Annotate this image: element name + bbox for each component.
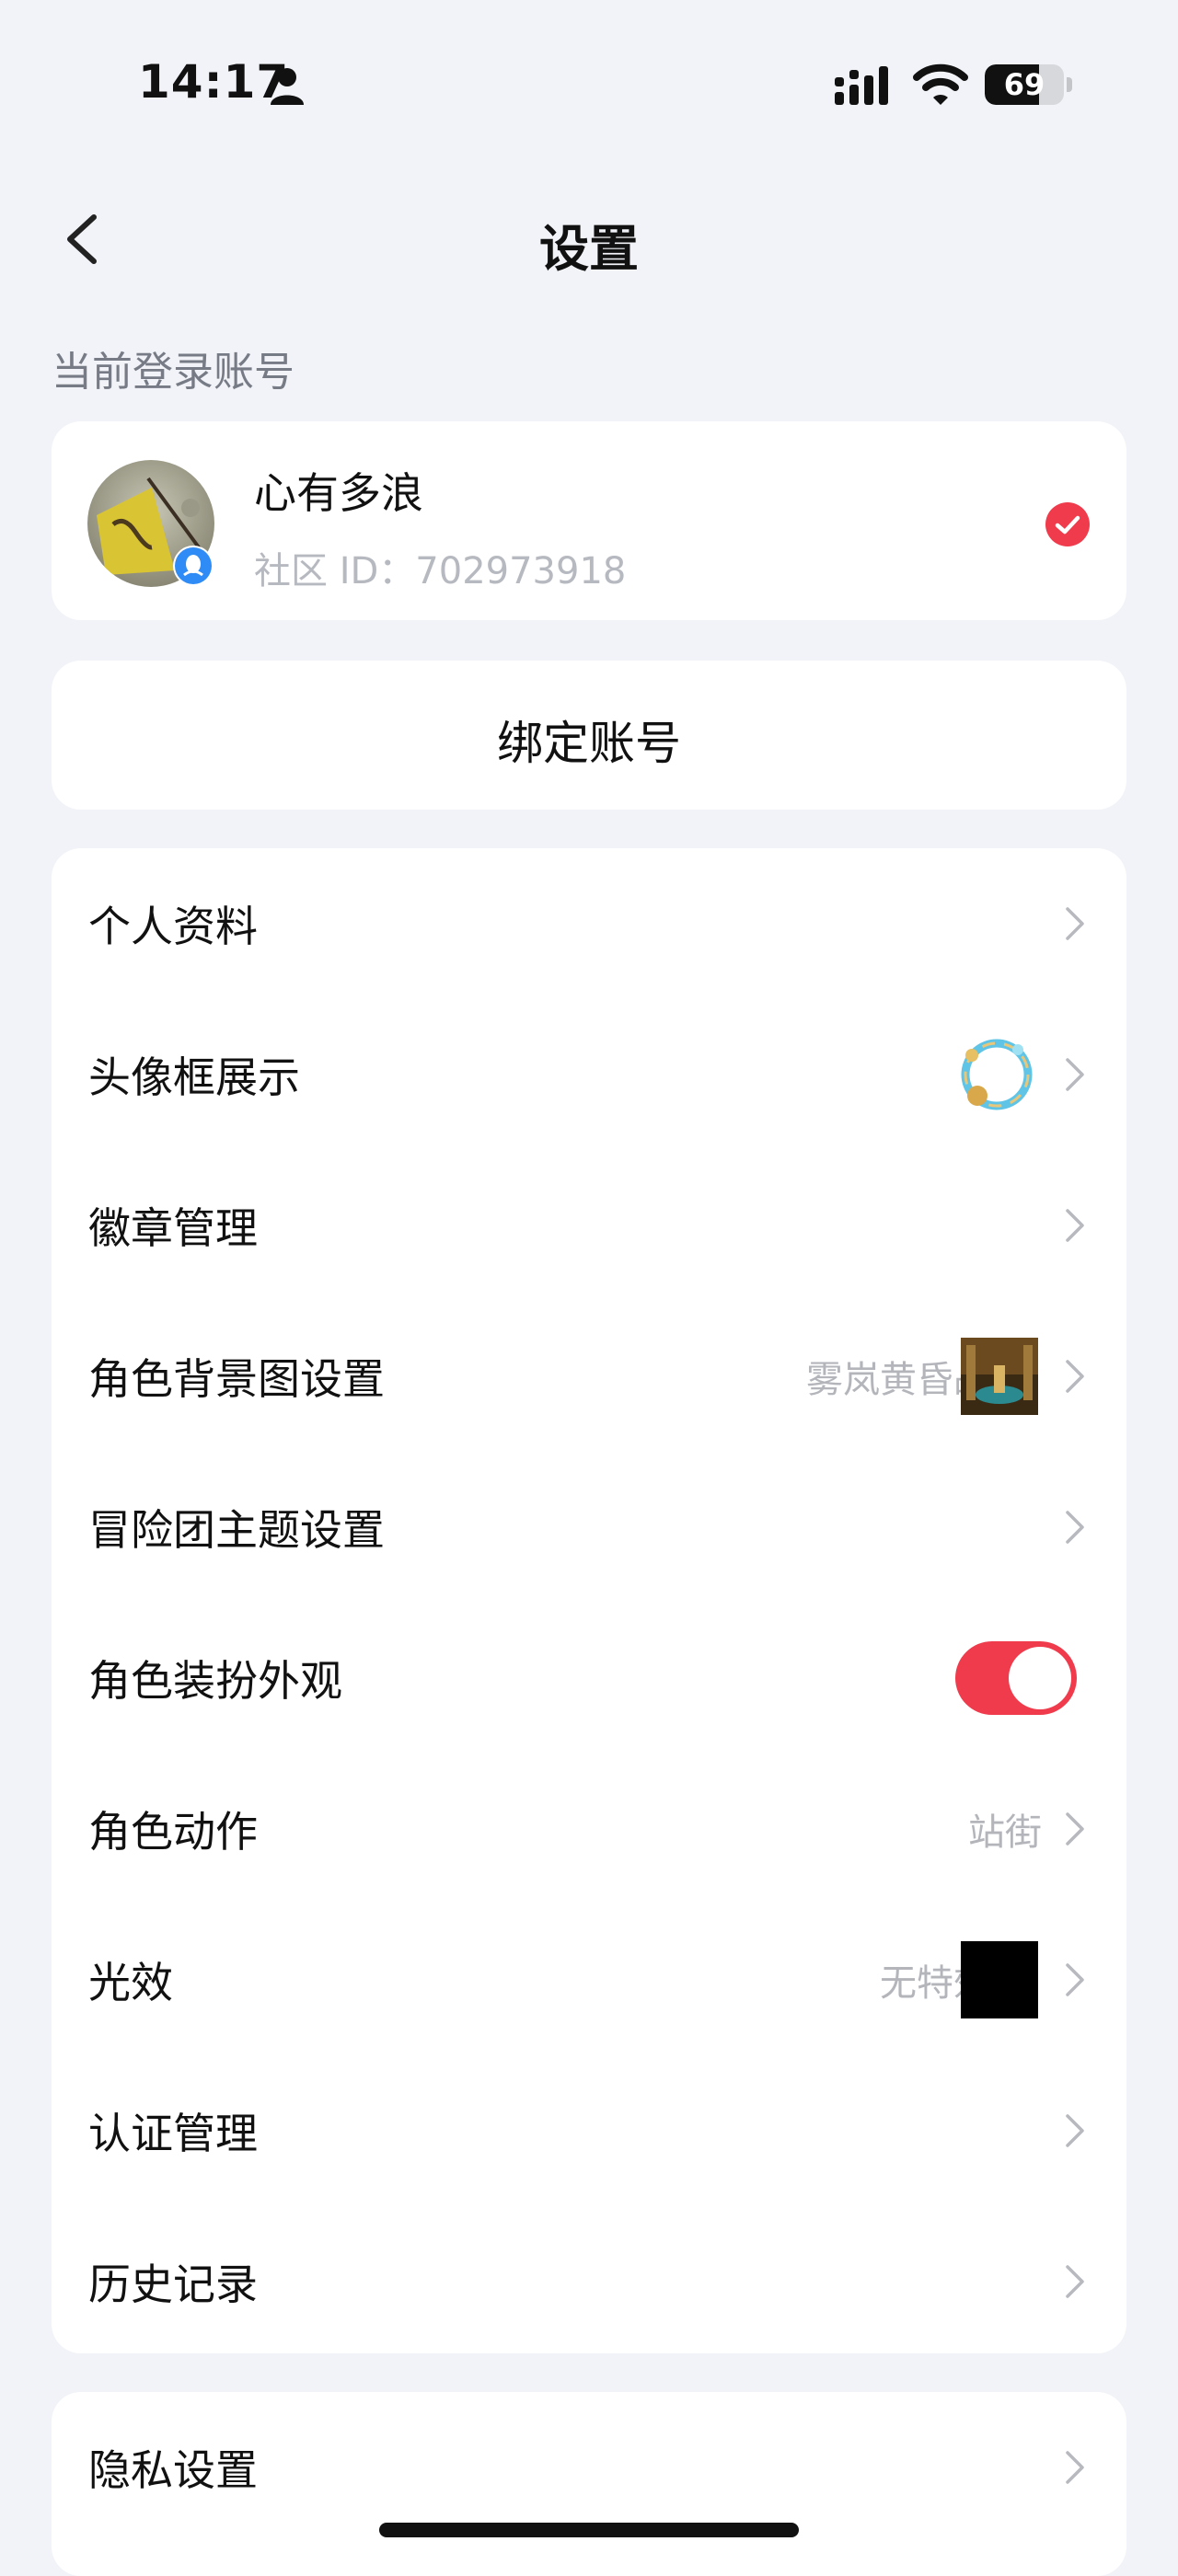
menu-item-label: 角色动作: [88, 1807, 258, 1857]
chevron-right-icon: [1066, 2114, 1084, 2147]
menu-item-label: 隐私设置: [88, 2445, 258, 2495]
battery-icon: 69: [985, 64, 1073, 107]
menu-item-verification[interactable]: 认证管理: [52, 2055, 1126, 2206]
menu-item-role-action[interactable]: 角色动作 站街: [52, 1754, 1126, 1904]
account-name: 心有多浪: [254, 468, 423, 518]
account-id: 社区 ID：702973918: [254, 550, 627, 592]
role-background-thumbnail: [961, 1338, 1038, 1415]
chevron-right-icon: [1066, 1511, 1084, 1544]
qq-badge-icon: [173, 546, 214, 586]
menu-item-guild-theme[interactable]: 冒险团主题设置: [52, 1452, 1126, 1603]
chevron-right-icon: [1066, 1209, 1084, 1242]
chevron-right-icon: [1066, 2451, 1084, 2484]
menu-item-label: 认证管理: [88, 2109, 258, 2158]
chevron-right-icon: [1066, 1812, 1084, 1846]
menu-item-role-outfit: 角色装扮外观: [52, 1603, 1126, 1754]
person-icon: [271, 68, 304, 105]
light-effect-thumbnail: [961, 1941, 1038, 2018]
chevron-right-icon: [1066, 1963, 1084, 1996]
menu-item-label: 冒险团主题设置: [88, 1505, 385, 1555]
menu-item-badges[interactable]: 徽章管理: [52, 1150, 1126, 1301]
menu-item-history[interactable]: 历史记录: [52, 2206, 1126, 2357]
page-title: 设置: [539, 220, 639, 278]
wifi-icon: [913, 63, 968, 105]
toggle-knob: [1009, 1647, 1071, 1709]
menu-item-light-effect[interactable]: 光效 无特效: [52, 1904, 1126, 2055]
avatar-frame-thumbnail: [961, 1039, 1033, 1110]
signal-icon: [835, 66, 888, 105]
role-action-value: 站街: [968, 1811, 1042, 1854]
menu-item-label: 头像框展示: [88, 1052, 300, 1102]
home-indicator[interactable]: [379, 2523, 799, 2537]
menu-item-label: 个人资料: [88, 902, 258, 951]
role-outfit-toggle[interactable]: [955, 1641, 1077, 1715]
menu-item-label: 徽章管理: [88, 1203, 258, 1253]
chevron-right-icon: [1066, 907, 1084, 940]
battery-percent: 69: [1003, 67, 1045, 102]
menu-item-label: 光效: [88, 1958, 173, 2007]
menu-item-avatar-frame[interactable]: 头像框展示: [52, 999, 1126, 1150]
chevron-right-icon: [1066, 1360, 1084, 1393]
chevron-right-icon: [1066, 1058, 1084, 1091]
bind-account-label: 绑定账号: [497, 717, 681, 770]
chevron-right-icon: [1066, 2265, 1084, 2298]
current-account-label: 当前登录账号: [52, 349, 294, 396]
menu-item-privacy[interactable]: 隐私设置: [52, 2392, 1126, 2543]
menu-item-profile[interactable]: 个人资料: [52, 848, 1126, 999]
selected-check-icon: [1045, 502, 1090, 546]
menu-item-label: 角色背景图设置: [88, 1354, 385, 1404]
menu-item-label: 历史记录: [88, 2260, 258, 2309]
status-time: 14:17: [138, 55, 290, 109]
menu-item-role-background[interactable]: 角色背景图设置 雾岚黄昏战: [52, 1301, 1126, 1452]
menu-item-label: 角色装扮外观: [88, 1656, 342, 1706]
